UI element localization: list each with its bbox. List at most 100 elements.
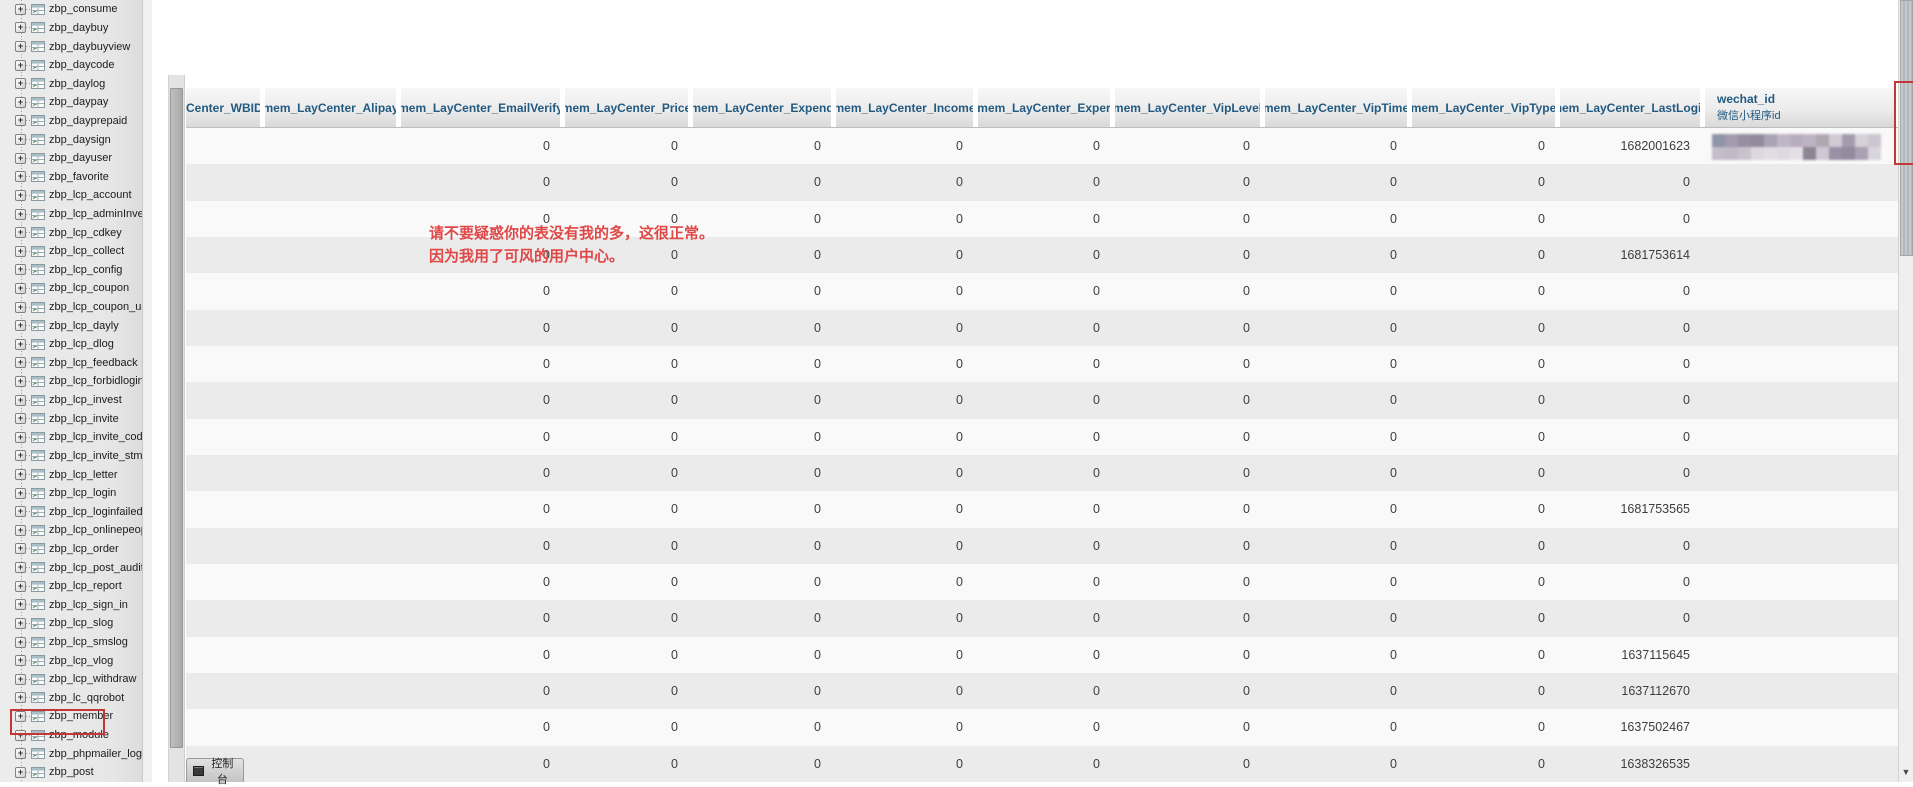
expand-icon[interactable]: + (15, 357, 26, 368)
sidebar-item-zbp-lcp-login[interactable]: + zbp_lcp_login (0, 484, 142, 503)
table-name-label[interactable]: zbp_lcp_coupon (49, 282, 129, 294)
expand-icon[interactable]: + (15, 4, 26, 15)
scrollbar-thumb[interactable] (170, 88, 183, 748)
table-name-label[interactable]: zbp_lcp_post_audit (49, 562, 142, 574)
column-header-mem-laycenter-lastlogin[interactable]: mem_LayCenter_LastLogin (1560, 88, 1700, 127)
table-name-label[interactable]: zbp_daysign (49, 134, 111, 146)
sidebar-item-zbp-daysign[interactable]: + zbp_daysign (0, 130, 142, 149)
expand-icon[interactable]: + (15, 134, 26, 145)
table-name-label[interactable]: zbp_member (49, 710, 113, 722)
sidebar-item-zbp-module[interactable]: +zbp_module (0, 726, 142, 745)
sidebar-item-zbp-daybuy[interactable]: +zbp_daybuy (0, 19, 142, 38)
table-name-label[interactable]: zbp_lcp_sign_in (49, 599, 128, 611)
sidebar-item-zbp-daycode[interactable]: +zbp_daycode (0, 56, 142, 75)
table-name-label[interactable]: zbp_lcp_letter (49, 469, 118, 481)
table-name-label[interactable]: zbp_lcp_invest (49, 394, 122, 406)
sidebar-item-zbp-lc-qqrobot[interactable]: + zbp_lc_qqrobot (0, 689, 142, 708)
page-vertical-scrollbar[interactable]: ▼ (1898, 0, 1913, 782)
table-name-label[interactable]: zbp_lcp_invite_stmt (49, 450, 142, 462)
expand-icon[interactable]: + (15, 450, 26, 461)
sidebar-item-zbp-lcp-invite-stmt[interactable]: + zbp_lcp_invite_stmt (0, 447, 142, 466)
table-name-label[interactable]: zbp_lcp_config (49, 264, 122, 276)
expand-icon[interactable]: + (15, 748, 26, 759)
expand-icon[interactable]: + (15, 562, 26, 573)
expand-icon[interactable]: + (15, 171, 26, 182)
sidebar-item-zbp-post[interactable]: + zbp_post (0, 763, 142, 782)
table-name-label[interactable]: zbp_lcp_login (49, 487, 116, 499)
table-name-label[interactable]: zbp_favorite (49, 171, 109, 183)
expand-icon[interactable]: + (15, 581, 26, 592)
column-header-mem-laycenter-price[interactable]: mem_LayCenter_Price (565, 88, 688, 127)
sidebar-item-zbp-lcp-onlinepeople[interactable]: +zbp_lcp_onlinepeople (0, 521, 142, 540)
sidebar-item-zbp-lcp-withdraw[interactable]: +zbp_lcp_withdraw (0, 670, 142, 689)
table-name-label[interactable]: zbp_module (49, 729, 109, 741)
expand-icon[interactable]: + (15, 227, 26, 238)
table-name-label[interactable]: zbp_lcp_coupon_use (49, 301, 142, 313)
sidebar-item-zbp-lcp-config[interactable]: +zbp_lcp_config (0, 261, 142, 280)
console-toggle-button[interactable]: 控制台 (186, 758, 244, 782)
table-name-label[interactable]: zbp_lcp_loginfailed (49, 506, 142, 518)
sidebar-item-zbp-daypay[interactable]: + zbp_daypay (0, 93, 142, 112)
sidebar-item-zbp-lcp-cdkey[interactable]: +zbp_lcp_cdkey (0, 223, 142, 242)
sidebar-item-zbp-lcp-vlog[interactable]: +zbp_lcp_vlog (0, 651, 142, 670)
expand-icon[interactable]: + (15, 78, 26, 89)
sidebar-item-zbp-dayuser[interactable]: + zbp_dayuser (0, 149, 142, 168)
sidebar-item-zbp-lcp-forbidlogin[interactable]: + zbp_lcp_forbidlogin (0, 372, 142, 391)
expand-icon[interactable]: + (15, 302, 26, 313)
sidebar-item-zbp-lcp-invest[interactable]: + zbp_lcp_invest (0, 391, 142, 410)
table-name-label[interactable]: zbp_lcp_smslog (49, 636, 128, 648)
sidebar-item-zbp-favorite[interactable]: + zbp_favorite (0, 167, 142, 186)
sidebar-scrollbar[interactable] (142, 0, 152, 782)
scrollbar-thumb[interactable] (1900, 0, 1913, 256)
sidebar-item-zbp-daylog[interactable]: +zbp_daylog (0, 74, 142, 93)
table-name-label[interactable]: zbp_lcp_account (49, 189, 132, 201)
expand-icon[interactable]: + (15, 339, 26, 350)
expand-icon[interactable]: + (15, 283, 26, 294)
sidebar-item-zbp-consume[interactable]: + zbp_consume (0, 0, 142, 19)
sidebar-item-zbp-lcp-feedback[interactable]: +zbp_lcp_feedback (0, 354, 142, 373)
table-name-label[interactable]: zbp_lcp_dayly (49, 320, 119, 332)
table-name-label[interactable]: zbp_post (49, 766, 94, 778)
table-name-label[interactable]: zbp_dayuser (49, 152, 112, 164)
expand-icon[interactable]: + (15, 153, 26, 164)
expand-icon[interactable]: + (15, 432, 26, 443)
table-name-label[interactable]: zbp_lcp_forbidlogin (49, 375, 142, 387)
expand-icon[interactable]: + (15, 488, 26, 499)
table-name-label[interactable]: zbp_dayprepaid (49, 115, 127, 127)
expand-icon[interactable]: + (15, 767, 26, 778)
table-name-label[interactable]: zbp_consume (49, 3, 118, 15)
table-name-label[interactable]: zbp_lcp_order (49, 543, 119, 555)
sidebar-item-zbp-dayprepaid[interactable]: +zbp_dayprepaid (0, 112, 142, 131)
scrollbar-down-arrow-icon[interactable]: ▼ (1899, 766, 1913, 778)
column-header-mem-laycenter-income[interactable]: mem_LayCenter_Income (836, 88, 973, 127)
sidebar-item-zbp-daybuyview[interactable]: +zbp_daybuyview (0, 37, 142, 56)
expand-icon[interactable]: + (15, 60, 26, 71)
sidebar-item-zbp-lcp-coupon[interactable]: + zbp_lcp_coupon (0, 279, 142, 298)
table-name-label[interactable]: zbp_lcp_collect (49, 245, 124, 257)
sidebar-item-zbp-lcp-post-audit[interactable]: + zbp_lcp_post_audit (0, 558, 142, 577)
table-name-label[interactable]: zbp_daybuy (49, 22, 108, 34)
sidebar-item-zbp-lcp-invite-code[interactable]: + zbp_lcp_invite_code (0, 428, 142, 447)
column-header-mem-laycenter-viptype[interactable]: mem_LayCenter_VipType (1412, 88, 1555, 127)
sidebar-item-zbp-lcp-report[interactable]: +zbp_lcp_report (0, 577, 142, 596)
table-name-label[interactable]: zbp_daypay (49, 96, 108, 108)
expand-icon[interactable]: + (15, 246, 26, 257)
table-name-label[interactable]: zbp_lc_qqrobot (49, 692, 124, 704)
expand-icon[interactable]: + (15, 376, 26, 387)
column-header-mem-laycenter-emailverify[interactable]: mem_LayCenter_EmailVerify (401, 88, 560, 127)
sidebar-item-zbp-lcp-order[interactable]: +zbp_lcp_order (0, 540, 142, 559)
expand-icon[interactable]: + (15, 209, 26, 220)
table-name-label[interactable]: zbp_lcp_invite_code (49, 431, 142, 443)
expand-icon[interactable]: + (15, 692, 26, 703)
expand-icon[interactable]: + (15, 413, 26, 424)
column-header-wechat-id[interactable]: wechat_id微信小程序id (1705, 88, 1894, 127)
column-header-center-wbid[interactable]: Center_WBID (186, 88, 260, 127)
sidebar-item-zbp-lcp-adminInvest[interactable]: +zbp_lcp_adminInvest (0, 205, 142, 224)
table-name-label[interactable]: zbp_lcp_invite (49, 413, 119, 425)
expand-icon[interactable]: + (15, 618, 26, 629)
expand-icon[interactable]: + (15, 395, 26, 406)
expand-icon[interactable]: + (15, 97, 26, 108)
sidebar-item-zbp-lcp-coupon-use[interactable]: + zbp_lcp_coupon_use (0, 298, 142, 317)
expand-icon[interactable]: + (15, 655, 26, 666)
sidebar-item-zbp-lcp-collect[interactable]: + zbp_lcp_collect (0, 242, 142, 261)
